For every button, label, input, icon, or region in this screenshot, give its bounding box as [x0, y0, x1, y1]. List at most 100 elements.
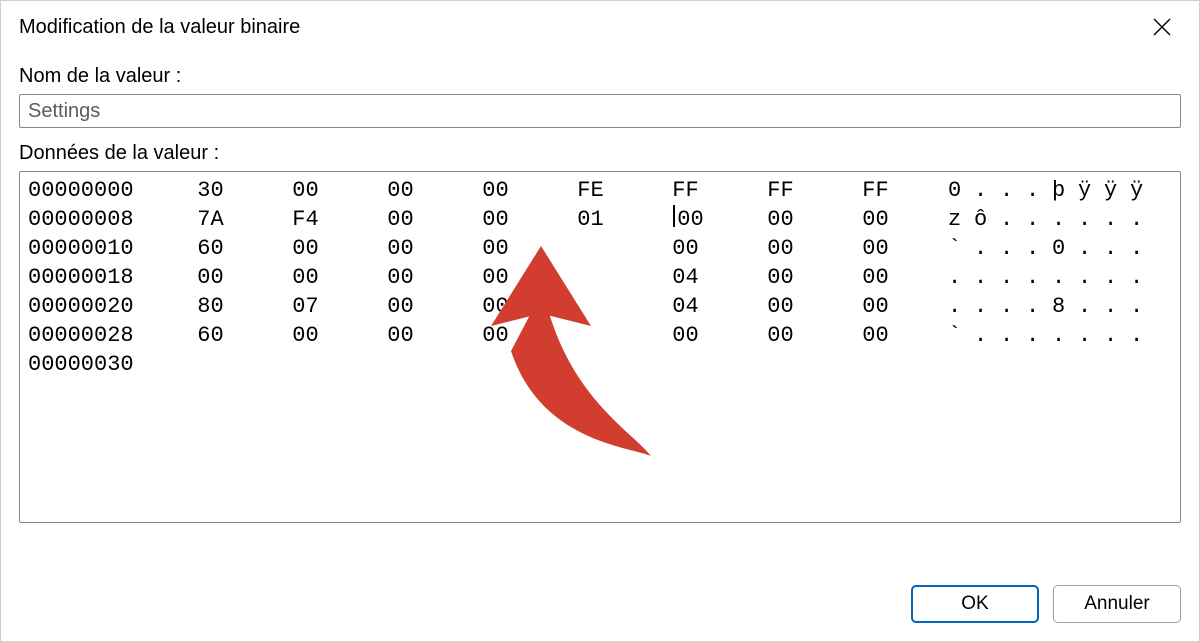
hex-ascii-char: .	[1078, 321, 1104, 350]
value-name-label: Nom de la valeur :	[19, 65, 1181, 88]
hex-byte[interactable]: 00	[163, 263, 258, 292]
hex-row: 00000030	[28, 350, 1172, 379]
hex-byte[interactable]: 60	[163, 234, 258, 263]
hex-ascii-char: .	[1000, 205, 1026, 234]
hex-row: 0000001800000000040000........	[28, 263, 1172, 292]
hex-byte[interactable]	[353, 350, 448, 379]
hex-ascii-char: .	[1026, 321, 1052, 350]
hex-byte[interactable]: 00	[353, 205, 448, 234]
hex-byte[interactable]: 00	[828, 205, 923, 234]
hex-ascii-char: .	[1000, 321, 1026, 350]
hex-byte[interactable]: 00	[258, 321, 353, 350]
hex-byte[interactable]: 00	[353, 263, 448, 292]
hex-ascii-char: .	[948, 292, 974, 321]
hex-ascii	[948, 350, 1156, 379]
hex-byte[interactable]: 00	[448, 234, 543, 263]
hex-ascii-char: .	[1078, 263, 1104, 292]
hex-byte[interactable]: 01	[543, 205, 638, 234]
hex-offset: 00000018	[28, 263, 163, 292]
hex-byte[interactable]: 00	[353, 292, 448, 321]
hex-ascii-char: .	[1130, 205, 1156, 234]
hex-row: 0000001060000000000000`...0...	[28, 234, 1172, 263]
hex-byte[interactable]: 00	[448, 176, 543, 205]
hex-byte[interactable]: 00	[638, 205, 733, 234]
hex-byte[interactable]: 00	[733, 292, 828, 321]
hex-byte[interactable]	[638, 350, 733, 379]
hex-byte[interactable]	[543, 234, 638, 263]
hex-byte[interactable]: 80	[163, 292, 258, 321]
dialog-title: Modification de la valeur binaire	[19, 16, 300, 39]
cancel-button[interactable]: Annuler	[1053, 585, 1181, 623]
hex-byte[interactable]	[163, 350, 258, 379]
hex-byte[interactable]: 7A	[163, 205, 258, 234]
hex-ascii-char: z	[948, 205, 974, 234]
hex-byte[interactable]: 00	[638, 321, 733, 350]
value-data-label: Données de la valeur :	[19, 142, 1181, 165]
hex-byte[interactable]: 60	[163, 321, 258, 350]
hex-byte[interactable]: 00	[733, 263, 828, 292]
hex-ascii-char: .	[1052, 321, 1078, 350]
hex-byte[interactable]: 00	[733, 205, 828, 234]
hex-byte[interactable]: 00	[353, 176, 448, 205]
hex-ascii-char: `	[948, 234, 974, 263]
hex-byte[interactable]: F4	[258, 205, 353, 234]
hex-byte[interactable]	[258, 350, 353, 379]
hex-byte[interactable]: FF	[638, 176, 733, 205]
hex-byte[interactable]: FF	[828, 176, 923, 205]
hex-byte[interactable]	[828, 350, 923, 379]
hex-offset: 00000030	[28, 350, 163, 379]
hex-byte[interactable]	[448, 350, 543, 379]
hex-ascii-char: .	[1026, 234, 1052, 263]
hex-byte[interactable]: 04	[638, 263, 733, 292]
hex-byte[interactable]: 00	[258, 263, 353, 292]
hex-byte[interactable]: 00	[258, 176, 353, 205]
hex-ascii-char: ÿ	[1104, 176, 1130, 205]
hex-byte[interactable]: 00	[448, 205, 543, 234]
hex-ascii-char: 0	[1052, 234, 1078, 263]
hex-editor[interactable]: 0000000030000000FEFFFFFF0...þÿÿÿ00000008…	[19, 171, 1181, 523]
hex-byte[interactable]: 00	[258, 234, 353, 263]
hex-byte[interactable]: 00	[448, 292, 543, 321]
hex-offset: 00000008	[28, 205, 163, 234]
hex-byte[interactable]	[543, 321, 638, 350]
hex-byte[interactable]: 00	[353, 234, 448, 263]
close-button[interactable]	[1139, 11, 1185, 43]
hex-byte[interactable]	[543, 292, 638, 321]
hex-ascii-char: .	[1104, 263, 1130, 292]
hex-ascii-char: .	[974, 176, 1000, 205]
hex-byte[interactable]: 00	[733, 321, 828, 350]
ok-button[interactable]: OK	[911, 585, 1039, 623]
hex-byte[interactable]: 00	[448, 321, 543, 350]
hex-ascii-char: .	[974, 321, 1000, 350]
hex-ascii-char: 0	[948, 176, 974, 205]
hex-byte[interactable]: 00	[828, 263, 923, 292]
hex-byte[interactable]: 30	[163, 176, 258, 205]
hex-byte[interactable]: 00	[638, 234, 733, 263]
hex-byte[interactable]: FF	[733, 176, 828, 205]
hex-ascii-char: .	[948, 263, 974, 292]
hex-byte[interactable]: 00	[828, 292, 923, 321]
hex-byte[interactable]	[733, 350, 828, 379]
hex-byte[interactable]	[543, 350, 638, 379]
value-name-input[interactable]	[19, 94, 1181, 128]
hex-ascii-char: .	[1130, 292, 1156, 321]
hex-offset: 00000028	[28, 321, 163, 350]
hex-byte[interactable]: FE	[543, 176, 638, 205]
hex-byte[interactable]: 00	[448, 263, 543, 292]
hex-byte[interactable]: 04	[638, 292, 733, 321]
hex-row: 0000002080070000040000....8...	[28, 292, 1172, 321]
hex-byte[interactable]	[543, 263, 638, 292]
hex-ascii-char: .	[1078, 292, 1104, 321]
hex-ascii: ........	[948, 263, 1156, 292]
hex-ascii-char: .	[974, 292, 1000, 321]
hex-ascii-char: .	[1026, 263, 1052, 292]
hex-byte[interactable]: 07	[258, 292, 353, 321]
hex-ascii: `...0...	[948, 234, 1156, 263]
hex-offset: 00000000	[28, 176, 163, 205]
hex-byte[interactable]: 00	[828, 234, 923, 263]
hex-byte[interactable]: 00	[353, 321, 448, 350]
hex-ascii-char: .	[1104, 234, 1130, 263]
hex-byte[interactable]: 00	[828, 321, 923, 350]
hex-row: 000000087AF4000001000000zô......	[28, 205, 1172, 234]
hex-byte[interactable]: 00	[733, 234, 828, 263]
